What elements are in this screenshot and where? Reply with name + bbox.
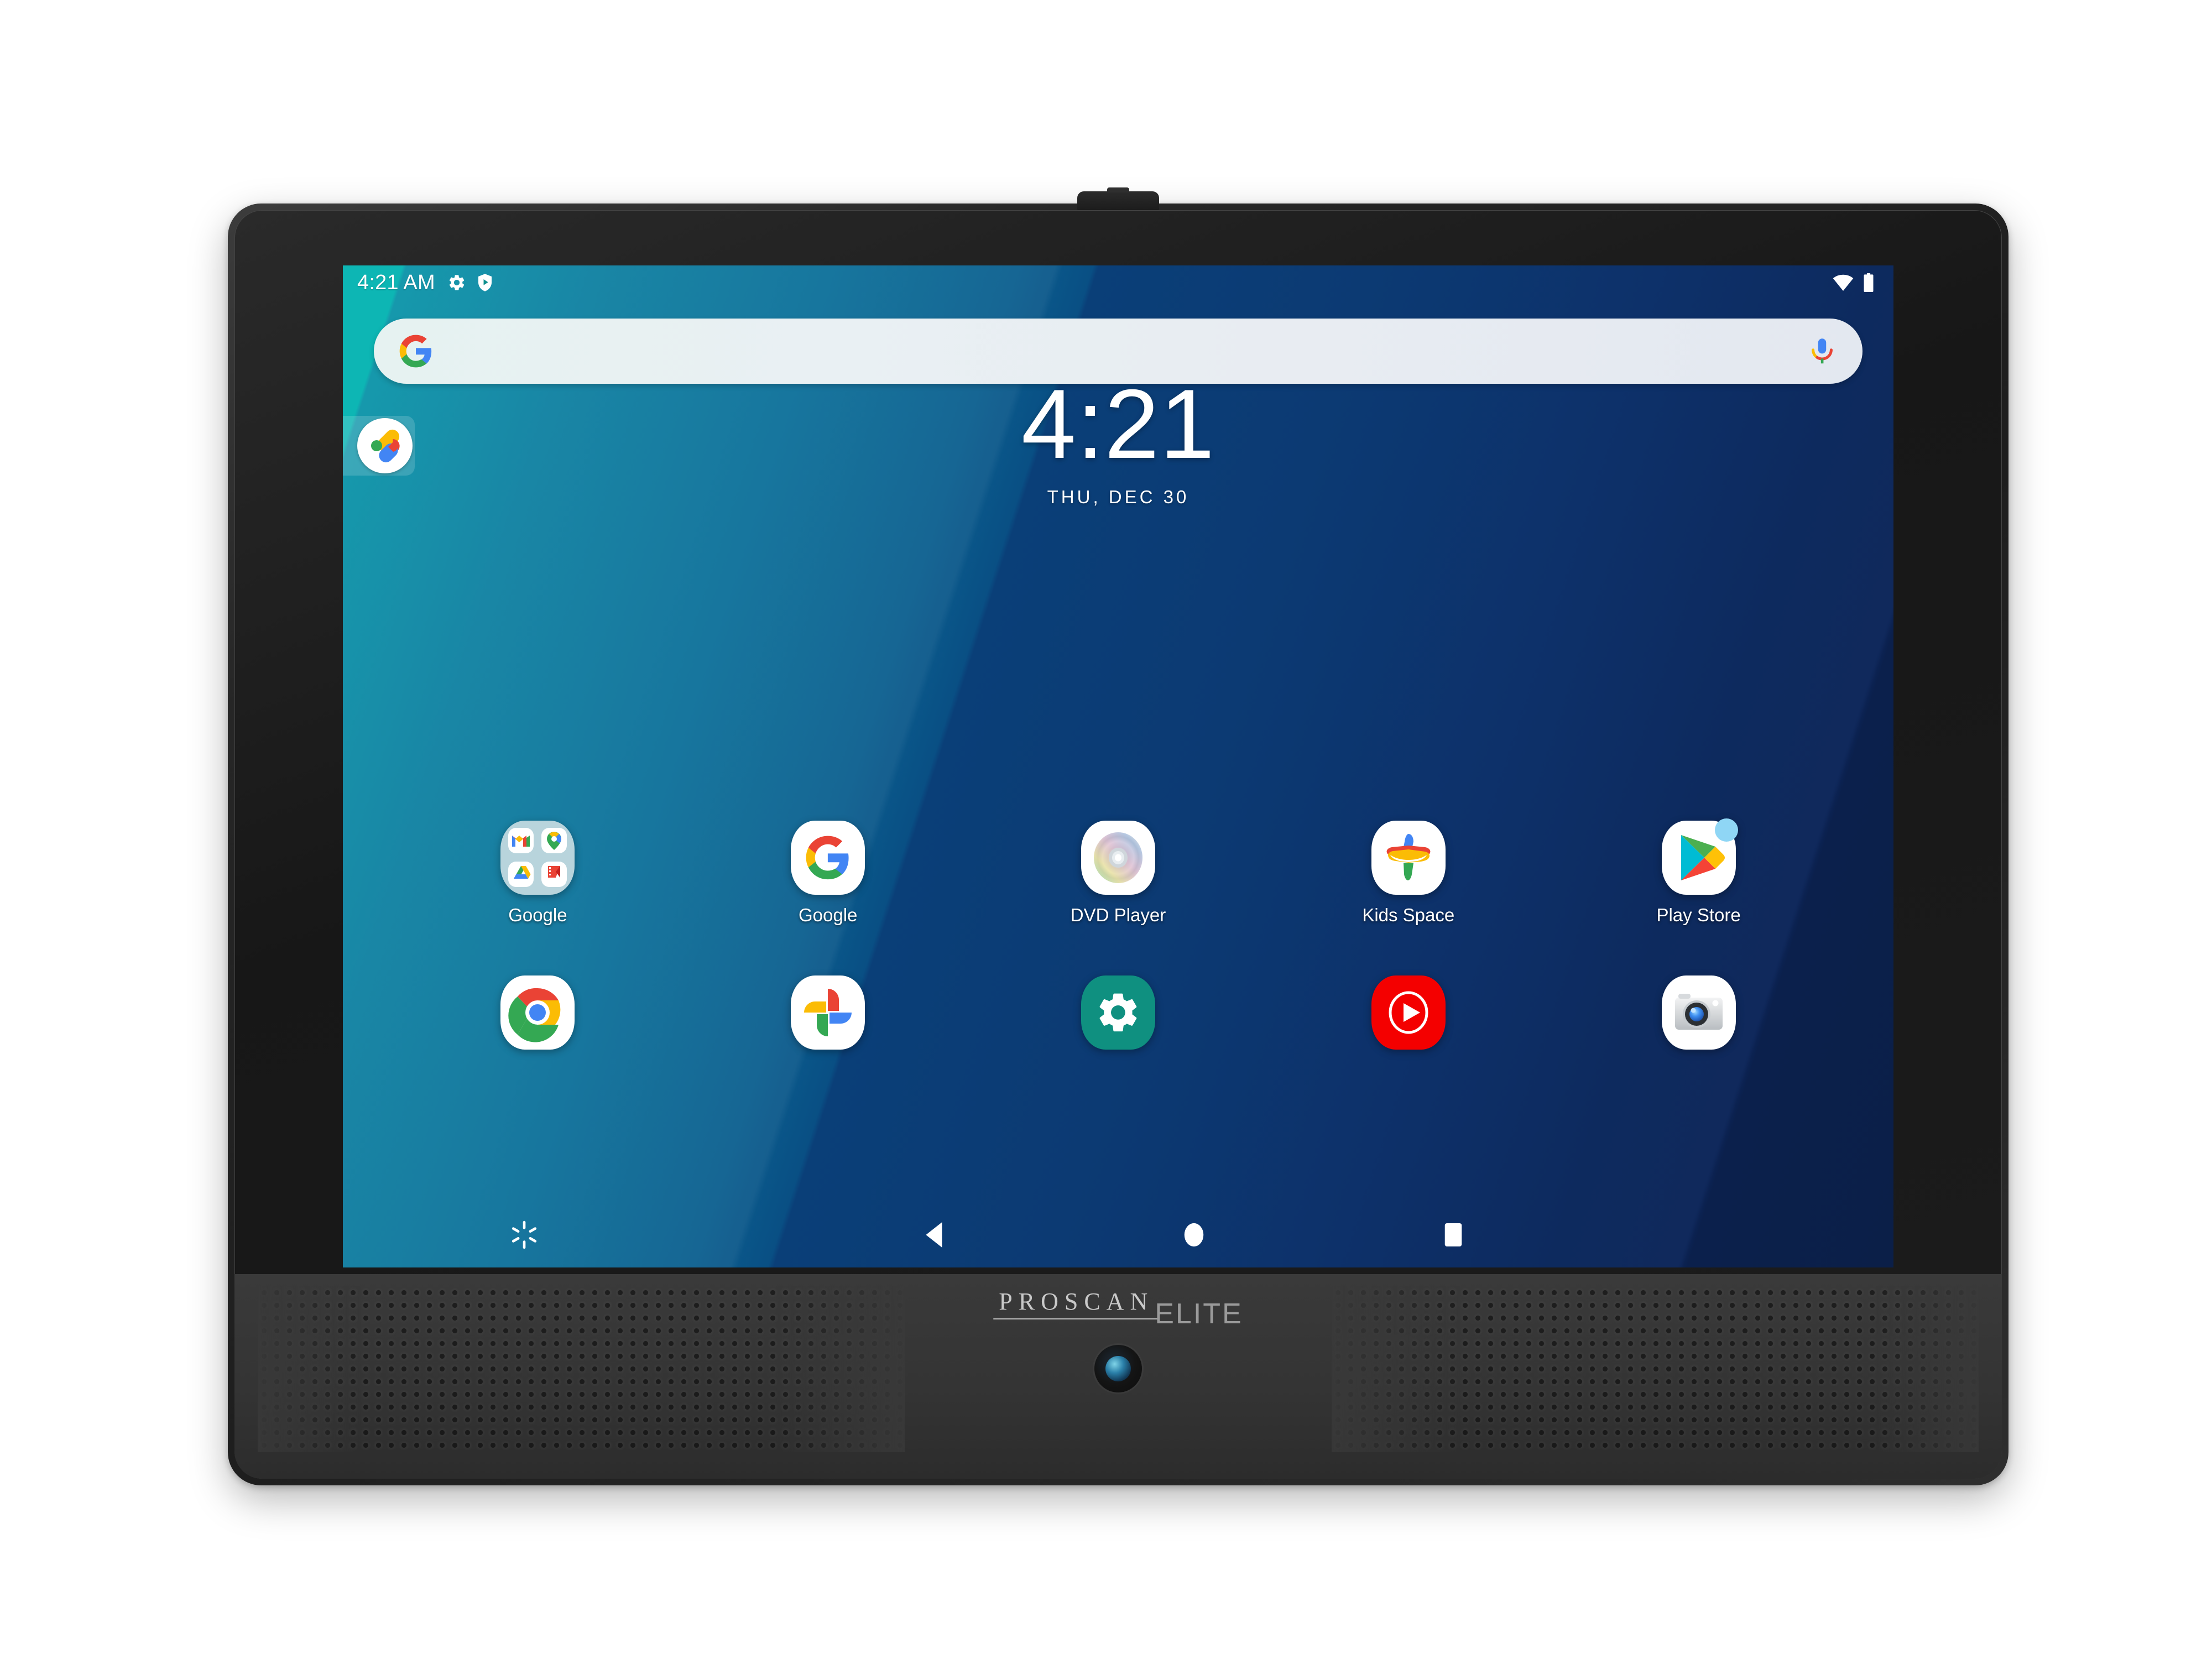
clock-widget[interactable]: 4:21 THU, DEC 30 — [343, 375, 1893, 508]
google-folder-icon[interactable] — [500, 821, 575, 895]
notification-badge-dot — [1714, 818, 1738, 842]
dvd-disc-icon[interactable] — [1081, 821, 1155, 895]
gear-icon — [447, 273, 466, 292]
navigation-bar — [343, 1202, 1893, 1267]
google-photos-icon[interactable] — [791, 975, 865, 1050]
app-grid-row-1: Google Google DVD Player Kids Space Play… — [393, 818, 1844, 926]
brand-name-proscan: PROSCAN — [993, 1290, 1160, 1319]
app-item-kids-space[interactable]: Kids Space — [1263, 821, 1553, 926]
app-item-settings[interactable] — [973, 975, 1264, 1060]
front-camera-lens — [1094, 1345, 1142, 1392]
entertainment-space-chip[interactable] — [343, 416, 415, 476]
app-item-youtube-music[interactable] — [1263, 975, 1553, 1060]
app-label: Google — [508, 905, 567, 925]
app-label: DVD Player — [1070, 905, 1166, 925]
status-bar[interactable]: 4:21 AM — [343, 265, 1893, 300]
speaker-grille-left — [258, 1286, 905, 1452]
camera-icon[interactable] — [1661, 975, 1736, 1050]
google-search-icon[interactable] — [791, 821, 865, 895]
speaker-grille-right — [1332, 1286, 1979, 1452]
google-search-bar[interactable] — [374, 319, 1863, 384]
search-input[interactable] — [434, 319, 1806, 384]
status-bar-clock: 4:21 AM — [357, 270, 435, 294]
brightness-sparkle-icon[interactable] — [509, 1219, 540, 1250]
play-store-icon[interactable] — [1661, 818, 1738, 895]
clock-date: THU, DEC 30 — [1047, 487, 1190, 507]
brand-logo: PROSCAN ELITE — [993, 1290, 1243, 1328]
app-item-play-store[interactable]: Play Store — [1553, 818, 1844, 926]
app-item-chrome[interactable] — [393, 975, 683, 1060]
bottom-bezel: PROSCAN ELITE — [234, 1274, 2002, 1479]
recents-square-icon[interactable] — [1442, 1221, 1465, 1249]
settings-gear-icon[interactable] — [1081, 975, 1155, 1050]
app-item-google-photos[interactable] — [683, 975, 973, 1060]
brand-name-elite: ELITE — [1155, 1298, 1243, 1330]
google-entertainment-space-icon — [357, 418, 413, 473]
tablet-top-nub — [1077, 191, 1159, 211]
wifi-icon — [1833, 274, 1854, 291]
status-bar-right-icons — [1833, 273, 1875, 292]
back-triangle-icon[interactable] — [921, 1220, 949, 1250]
battery-full-icon — [1863, 273, 1875, 292]
app-item-google-search[interactable]: Google — [683, 821, 973, 926]
home-circle-icon[interactable] — [1181, 1220, 1207, 1249]
clock-time: 4:21 — [1021, 369, 1215, 479]
app-item-camera[interactable] — [1553, 975, 1844, 1060]
app-label: Kids Space — [1362, 905, 1455, 925]
app-grid-row-2 — [393, 975, 1844, 1060]
chrome-icon[interactable] — [500, 975, 575, 1050]
google-g-icon — [398, 333, 434, 369]
tablet-screen[interactable]: 4:21 AM 4:21 THU, DEC 30 Google Google D… — [343, 265, 1893, 1267]
app-item-dvd-player[interactable]: DVD Player — [973, 821, 1264, 926]
youtube-music-icon[interactable] — [1371, 975, 1446, 1050]
play-protect-shield-icon — [476, 273, 494, 292]
kids-space-icon[interactable] — [1371, 821, 1446, 895]
tablet-device: 4:21 AM 4:21 THU, DEC 30 Google Google D… — [228, 191, 2008, 1485]
google-assistant-mic-icon[interactable] — [1806, 335, 1838, 367]
app-item-google-folder[interactable]: Google — [393, 821, 683, 926]
app-label: Play Store — [1656, 905, 1741, 925]
app-label: Google — [798, 905, 858, 925]
